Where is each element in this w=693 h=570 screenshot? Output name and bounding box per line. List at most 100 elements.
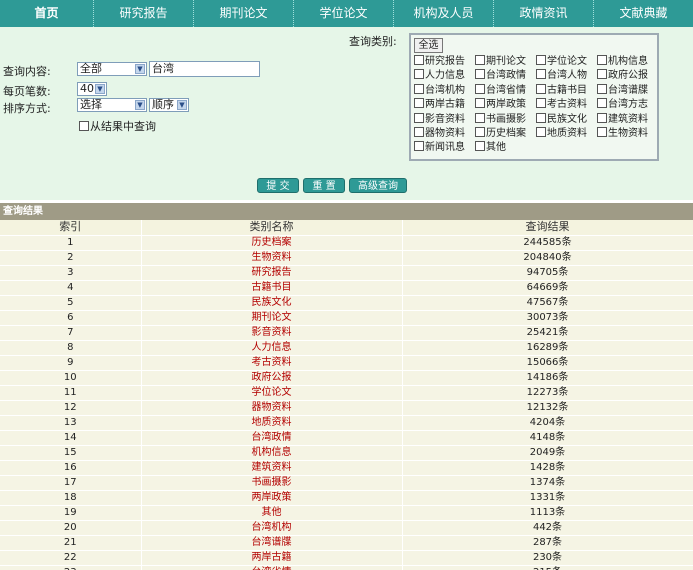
category-checkbox[interactable] [475, 98, 485, 109]
table-row: 6 期刊论文 30073条 [0, 310, 693, 326]
row-category-link[interactable]: 台湾省情 [141, 565, 403, 570]
category-option[interactable]: 研究报告 [414, 55, 475, 69]
category-checkbox[interactable] [414, 112, 424, 123]
row-category-link[interactable]: 生物资料 [141, 250, 403, 266]
category-option[interactable]: 生物资料 [597, 126, 658, 141]
row-category-link[interactable]: 建筑资料 [141, 460, 403, 476]
row-category-link[interactable]: 民族文化 [141, 295, 403, 311]
category-option[interactable]: 建筑资料 [597, 112, 658, 127]
row-category-link[interactable]: 人力信息 [141, 340, 403, 356]
nav-institutions[interactable]: 机构及人员 [393, 0, 493, 27]
row-category-link[interactable]: 书画摄影 [141, 475, 403, 491]
row-count: 1428条 [402, 460, 693, 476]
advanced-search-button[interactable]: 高级查询 [349, 178, 407, 193]
category-option[interactable]: 其他 [475, 141, 536, 155]
category-option[interactable]: 学位论文 [536, 55, 597, 69]
row-category-link[interactable]: 研究报告 [141, 265, 403, 281]
search-in-results-checkbox[interactable] [79, 121, 89, 131]
category-checkbox[interactable] [414, 55, 424, 65]
category-checkbox[interactable] [475, 55, 485, 65]
category-option-label: 台湾机构 [425, 84, 465, 96]
row-category-link[interactable]: 影音资料 [141, 325, 403, 341]
category-checkbox[interactable] [597, 98, 607, 109]
select-all-button[interactable]: 全选 [414, 38, 443, 53]
row-category-link[interactable]: 两岸政策 [141, 490, 403, 506]
reset-button[interactable]: 重 置 [303, 178, 345, 193]
category-option[interactable]: 台湾人物 [536, 69, 597, 83]
row-category-link[interactable]: 学位论文 [141, 385, 403, 401]
row-category-link[interactable]: 政府公报 [141, 370, 403, 386]
nav-political-info[interactable]: 政情资讯 [493, 0, 593, 27]
category-checkbox[interactable] [536, 112, 546, 123]
row-category-link[interactable]: 历史档案 [141, 235, 403, 251]
category-checkbox[interactable] [475, 141, 485, 152]
category-option[interactable]: 台湾政情 [475, 69, 536, 83]
search-in-results[interactable]: 从结果中查询 [79, 118, 156, 134]
submit-button[interactable]: 提 交 [257, 178, 299, 193]
category-checkbox[interactable] [475, 83, 485, 94]
row-category-link[interactable]: 机构信息 [141, 445, 403, 461]
category-checkbox[interactable] [414, 98, 424, 109]
category-checkbox[interactable] [414, 69, 424, 80]
category-checkbox[interactable] [597, 55, 607, 65]
nav-journal-papers[interactable]: 期刊论文 [193, 0, 293, 27]
category-option[interactable]: 政府公报 [597, 69, 658, 83]
category-option[interactable]: 器物资料 [414, 126, 475, 141]
category-option[interactable]: 历史档案 [475, 126, 536, 141]
row-category-link[interactable]: 台湾谱牒 [141, 535, 403, 551]
scope-select[interactable]: 全部 ▼ [77, 62, 147, 76]
nav-home[interactable]: 首页 [0, 0, 93, 27]
row-category-link[interactable]: 其他 [141, 505, 403, 521]
category-option[interactable]: 人力信息 [414, 69, 475, 83]
category-option[interactable]: 古籍书目 [536, 83, 597, 98]
nav-theses[interactable]: 学位论文 [293, 0, 393, 27]
row-index: 5 [0, 295, 142, 311]
category-option[interactable]: 台湾谱牒 [597, 83, 658, 98]
row-category-link[interactable]: 器物资料 [141, 400, 403, 416]
category-checkbox[interactable] [536, 98, 546, 109]
query-input[interactable]: 台湾 [149, 61, 260, 77]
row-category-link[interactable]: 台湾政情 [141, 430, 403, 446]
row-category-link[interactable]: 台湾机构 [141, 520, 403, 536]
sort-by-select[interactable]: 选择 ▼ [77, 98, 147, 112]
category-option[interactable]: 两岸古籍 [414, 98, 475, 112]
category-option[interactable]: 台湾省情 [475, 83, 536, 98]
category-option[interactable]: 台湾机构 [414, 83, 475, 98]
category-option[interactable]: 地质资料 [536, 126, 597, 141]
category-option[interactable]: 影音资料 [414, 112, 475, 127]
category-checkbox[interactable] [414, 83, 424, 94]
category-checkbox[interactable] [536, 83, 546, 94]
category-checkbox[interactable] [597, 83, 607, 94]
category-checkbox[interactable] [597, 69, 607, 80]
row-category-link[interactable]: 两岸古籍 [141, 550, 403, 566]
category-checkbox[interactable] [536, 55, 546, 65]
nav-literature[interactable]: 文献典藏 [593, 0, 693, 27]
category-checkbox[interactable] [536, 69, 546, 80]
sort-order-value: 顺序 [152, 98, 174, 111]
sort-order-select[interactable]: 顺序 ▼ [149, 98, 189, 112]
category-checkbox[interactable] [414, 126, 424, 137]
category-option[interactable]: 期刊论文 [475, 55, 536, 69]
per-page-select[interactable]: 40 ▼ [77, 82, 107, 96]
category-option[interactable]: 书画摄影 [475, 112, 536, 127]
category-checkbox[interactable] [475, 126, 485, 137]
category-option[interactable]: 民族文化 [536, 112, 597, 127]
row-category-link[interactable]: 古籍书目 [141, 280, 403, 296]
category-checkbox[interactable] [475, 69, 485, 80]
row-category-link[interactable]: 考古资料 [141, 355, 403, 371]
category-option-label: 期刊论文 [486, 56, 526, 67]
category-checkbox[interactable] [414, 141, 424, 152]
category-option[interactable]: 台湾方志 [597, 98, 658, 112]
category-option[interactable]: 考古资料 [536, 98, 597, 112]
category-option[interactable]: 新闻讯息 [414, 141, 475, 155]
category-option[interactable]: 机构信息 [597, 55, 658, 69]
table-row: 4 古籍书目 64669条 [0, 280, 693, 296]
category-checkbox[interactable] [597, 112, 607, 123]
category-checkbox[interactable] [536, 126, 546, 137]
row-category-link[interactable]: 期刊论文 [141, 310, 403, 326]
row-category-link[interactable]: 地质资料 [141, 415, 403, 431]
category-checkbox[interactable] [597, 126, 607, 137]
category-option[interactable]: 两岸政策 [475, 98, 536, 112]
nav-research-reports[interactable]: 研究报告 [93, 0, 193, 27]
category-checkbox[interactable] [475, 112, 485, 123]
